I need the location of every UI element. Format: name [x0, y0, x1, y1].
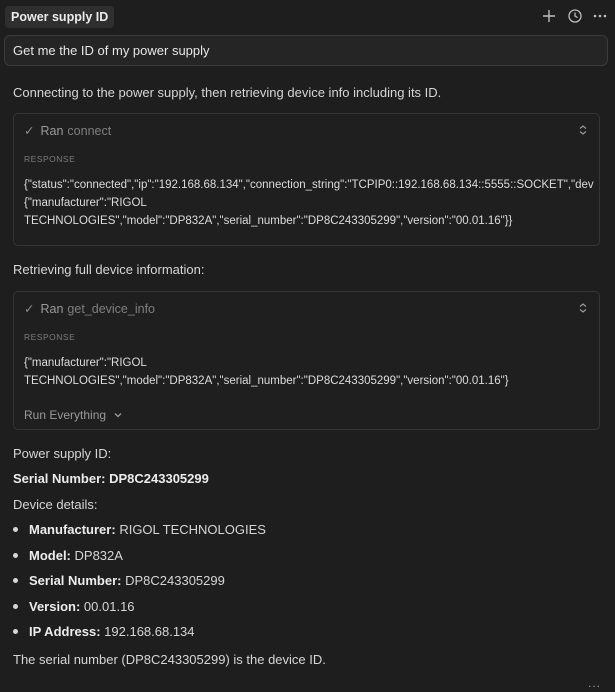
chevron-down-icon: [113, 409, 123, 423]
bullet: [13, 553, 18, 558]
plus-icon[interactable]: [541, 8, 557, 24]
serial-number-line: Serial Number: DP8C243305299: [13, 471, 209, 486]
response-label: RESPONSE: [24, 154, 76, 164]
detail-value: 192.168.68.134: [104, 624, 195, 639]
conclusion-text: The serial number (DP8C243305299) is the…: [13, 652, 326, 667]
serial-value: DP8C243305299: [109, 471, 209, 486]
details-heading: Device details:: [13, 497, 98, 512]
run-everything-dropdown[interactable]: Run Everything: [24, 408, 123, 423]
chat-header: Power supply ID: [0, 0, 615, 34]
expand-collapse-icon[interactable]: [577, 124, 589, 136]
detail-value: DP8C243305299: [125, 573, 225, 588]
bullet: [13, 604, 18, 609]
more-options-icon[interactable]: ...: [588, 676, 601, 690]
detail-label: IP Address:: [29, 624, 101, 639]
assistant-message: Connecting to the power supply, then ret…: [13, 85, 442, 100]
run-everything-label: Run Everything: [24, 408, 107, 422]
detail-value: 00.01.16: [83, 599, 135, 614]
assistant-message: Retrieving full device information:: [13, 262, 205, 277]
tool-call-get-device-info: ✓ Ran get_device_info RESPONSE {"manufactu…: [13, 291, 600, 430]
response-label: RESPONSE: [24, 332, 76, 342]
response-line: {"manufacturer":"RIGOL: [24, 357, 147, 369]
tool-header[interactable]: ✓ Ran get_device_info: [24, 301, 155, 317]
detail-value: DP832A: [74, 548, 123, 563]
bullet: [13, 527, 18, 532]
check-icon: ✓: [24, 302, 35, 316]
detail-label: Serial Number:: [29, 573, 122, 588]
ran-label: Ran: [40, 124, 64, 138]
expand-collapse-icon[interactable]: [577, 302, 589, 314]
detail-label: Manufacturer:: [29, 522, 116, 537]
more-icon[interactable]: [592, 8, 608, 24]
detail-label: Model:: [29, 548, 71, 563]
tool-header[interactable]: ✓ Ran connect: [24, 123, 111, 139]
user-prompt[interactable]: Get me the ID of my power supply: [4, 35, 608, 66]
response-line: TECHNOLOGIES","model":"DP832A","serial_n…: [24, 375, 509, 387]
tool-name: connect: [67, 124, 112, 138]
tool-name: get_device_info: [67, 302, 155, 316]
ran-label: Ran: [40, 302, 64, 316]
detail-label: Version:: [29, 599, 81, 614]
bullet: [13, 629, 18, 634]
check-icon: ✓: [24, 124, 35, 138]
answer-heading: Power supply ID:: [13, 446, 112, 461]
history-icon[interactable]: [567, 8, 583, 24]
response-line: {"manufacturer":"RIGOL: [24, 197, 147, 209]
serial-label: Serial Number:: [13, 471, 106, 486]
detail-value: RIGOL TECHNOLOGIES: [119, 522, 266, 537]
response-line: {"status":"connected","ip":"192.168.68.1…: [24, 179, 594, 191]
bullet: [13, 578, 18, 583]
tool-call-connect: ✓ Ran connect RESPONSE {"status":"connecte…: [13, 113, 600, 246]
response-line: TECHNOLOGIES","model":"DP832A","serial_n…: [24, 215, 513, 227]
chat-title-tab[interactable]: Power supply ID: [5, 6, 115, 28]
